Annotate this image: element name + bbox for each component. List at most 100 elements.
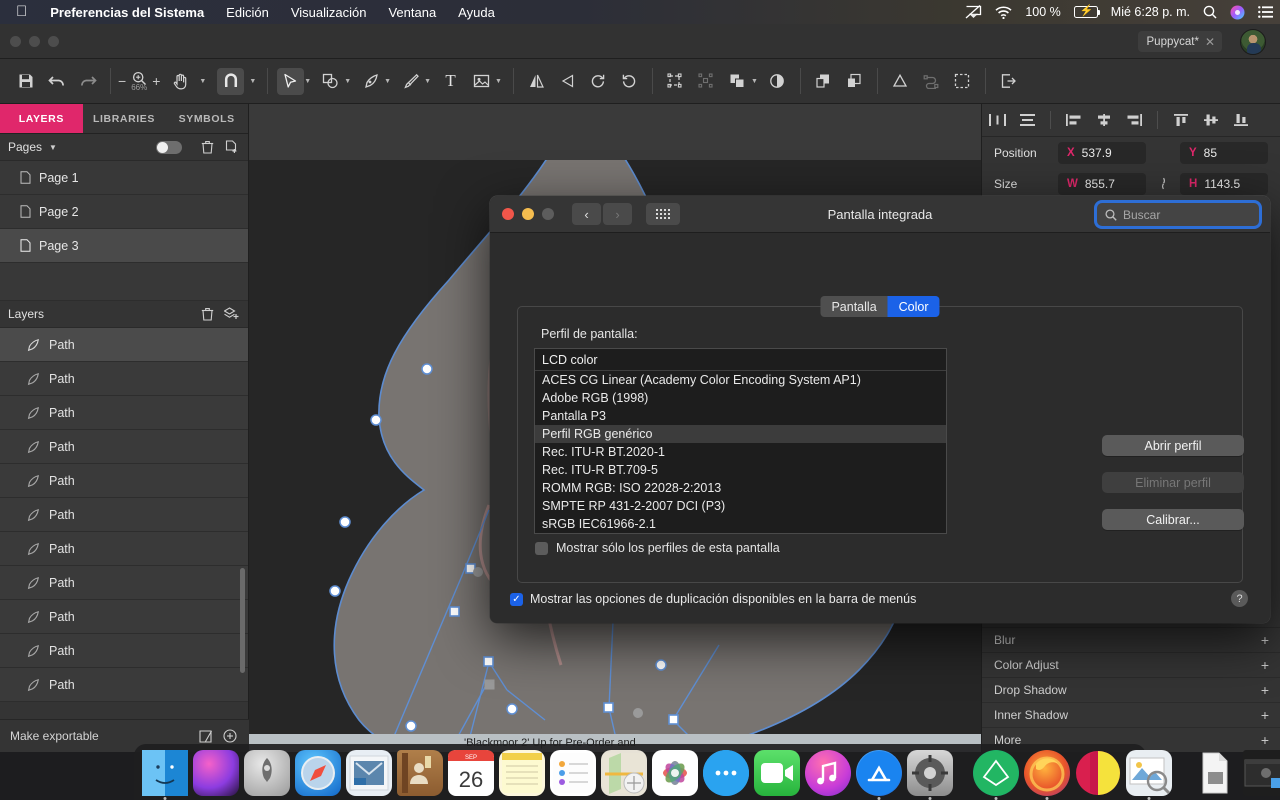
layer-list-item-selected[interactable]: Path — [0, 328, 248, 362]
layer-list-item[interactable]: Path — [0, 498, 248, 532]
save-icon[interactable] — [12, 68, 39, 95]
cursor-arrow-icon[interactable] — [277, 67, 305, 95]
sketch-minimize-button[interactable] — [29, 35, 40, 47]
layer-list-item[interactable]: Path — [0, 634, 248, 668]
prefs-zoom-button[interactable] — [542, 208, 554, 220]
effect-row-inner-shadow[interactable]: Inner Shadow + — [982, 702, 1280, 727]
plus-circle-icon[interactable] — [221, 729, 239, 743]
chevron-down-icon[interactable]: ▼ — [751, 78, 758, 85]
trash-icon[interactable] — [198, 140, 216, 154]
profile-list-item[interactable]: Rec. ITU-R BT.2020-1 — [535, 443, 946, 461]
tab-pantalla[interactable]: Pantalla — [820, 296, 888, 317]
shapes-icon[interactable] — [317, 68, 344, 95]
menu-item-window[interactable]: Ventana — [377, 5, 447, 20]
chevron-down-icon[interactable]: ▼ — [424, 78, 431, 85]
distribute-vertical-icon[interactable] — [1012, 113, 1042, 127]
position-y-field[interactable]: Y 85 — [1180, 141, 1268, 164]
add-effect-button[interactable]: + — [1261, 632, 1269, 648]
chevron-down-icon[interactable]: ▼ — [49, 143, 57, 152]
union-shapes-icon[interactable] — [724, 68, 751, 95]
add-effect-button[interactable]: + — [1261, 657, 1269, 673]
dock-item-opera[interactable] — [1075, 750, 1121, 796]
airplay-disabled-icon[interactable] — [965, 5, 982, 19]
dock-item-siri[interactable] — [193, 750, 239, 796]
layer-list-item[interactable]: Path — [0, 362, 248, 396]
dock-item-mail[interactable] — [346, 750, 392, 796]
dock-item-contacts[interactable] — [397, 750, 443, 796]
size-w-field[interactable]: W 855.7 — [1058, 172, 1146, 195]
effect-row-drop-shadow[interactable]: Drop Shadow + — [982, 677, 1280, 702]
zoom-out-button[interactable]: − — [118, 73, 126, 89]
size-h-field[interactable]: H 1143.5 — [1180, 172, 1268, 195]
help-button[interactable]: ? — [1231, 590, 1248, 607]
sketch-zoom-button[interactable] — [48, 35, 59, 47]
document-tab[interactable]: Puppycat* ✕ — [1137, 31, 1222, 52]
show-only-profiles-row[interactable]: Mostrar sólo los perfiles de esta pantal… — [535, 541, 780, 555]
undo-arrow-icon[interactable] — [43, 68, 70, 95]
dock-item-preview[interactable] — [1126, 750, 1172, 800]
siri-icon[interactable] — [1230, 5, 1245, 20]
trash-icon[interactable] — [198, 307, 216, 321]
pages-toggle[interactable] — [156, 140, 182, 154]
dock-item-reminders[interactable] — [550, 750, 596, 796]
menu-item-app[interactable]: Preferencias del Sistema — [39, 5, 215, 20]
layer-list-item[interactable]: Path — [0, 430, 248, 464]
wifi-icon[interactable] — [995, 5, 1012, 19]
add-layer-icon[interactable] — [222, 307, 240, 321]
open-profile-button[interactable]: Abrir perfil — [1102, 435, 1244, 456]
dock-item-document[interactable] — [1192, 750, 1238, 796]
profile-list-item[interactable]: Adobe RGB (1998) — [535, 389, 946, 407]
chevron-right-icon[interactable]: › — [603, 203, 632, 225]
display-preferences-window[interactable]: ‹ › Pantalla integrada Buscar Pantalla C… — [490, 196, 1270, 623]
distribute-horizontal-icon[interactable] — [982, 113, 1012, 127]
dock-item-maps[interactable] — [601, 750, 647, 796]
page-list-item[interactable]: Page 2 — [0, 195, 248, 229]
show-only-profiles-checkbox[interactable] — [535, 541, 548, 555]
triangle-outline-icon[interactable] — [887, 68, 914, 95]
layer-list-item[interactable]: Path — [0, 566, 248, 600]
battery-charging-icon[interactable]: ⚡ — [1073, 5, 1101, 18]
user-avatar[interactable] — [1240, 29, 1266, 55]
chevron-left-icon[interactable]: ‹ — [572, 203, 601, 225]
page-list-item[interactable]: Page 1 — [0, 161, 248, 195]
profile-list-item[interactable]: ROMM RGB: ISO 22028-2:2013 — [535, 479, 946, 497]
rotate-counterclockwise-icon[interactable] — [585, 68, 612, 95]
tab-libraries[interactable]: LIBRARIES — [82, 104, 166, 133]
group-icon[interactable] — [662, 68, 689, 95]
show-all-grid-icon[interactable] — [646, 203, 680, 225]
dock-item-photos[interactable] — [652, 750, 698, 796]
menu-bar-clock[interactable]: Mié 6:28 p. m. — [1111, 5, 1190, 19]
tab-color[interactable]: Color — [887, 296, 940, 317]
dock-item-calendar[interactable]: SEP 26 — [448, 750, 494, 796]
profile-list-item-selected[interactable]: Perfil RGB genérico — [535, 425, 946, 443]
export-preset-icon[interactable] — [197, 729, 215, 743]
align-middle-icon[interactable] — [1196, 113, 1226, 127]
apple-logo-icon[interactable]:  — [12, 4, 39, 21]
flip-horizontal-icon[interactable] — [523, 68, 550, 95]
add-effect-button[interactable]: + — [1261, 682, 1269, 698]
effect-row-blur[interactable]: Blur + — [982, 627, 1280, 652]
menu-item-help[interactable]: Ayuda — [447, 5, 506, 20]
dock-item-notes[interactable] — [499, 750, 545, 796]
dock-item-system-preferences[interactable] — [907, 750, 953, 800]
dock-item-messages[interactable] — [703, 750, 749, 796]
search-input[interactable]: Buscar — [1097, 203, 1259, 226]
profile-list[interactable]: LCD color ACES CG Linear (Academy Color … — [534, 348, 947, 534]
rotate-clockwise-icon[interactable] — [616, 68, 643, 95]
layers-scrollbar[interactable] — [240, 568, 245, 673]
hand-icon[interactable] — [167, 68, 194, 95]
dock-item-facetime[interactable] — [754, 750, 800, 796]
effect-row-color-adjust[interactable]: Color Adjust + — [982, 652, 1280, 677]
tab-symbols[interactable]: SYMBOLS — [165, 104, 249, 133]
layer-list-item[interactable]: Path — [0, 396, 248, 430]
dock-item-sketch[interactable] — [973, 750, 1019, 800]
chevron-down-icon[interactable]: ▼ — [495, 78, 502, 85]
spotlight-search-icon[interactable] — [1203, 5, 1217, 19]
dock-item-window-thumb-1[interactable] — [1243, 750, 1280, 796]
flip-vertical-icon[interactable] — [554, 68, 581, 95]
close-icon[interactable]: ✕ — [1205, 35, 1215, 49]
dock-item-safari[interactable] — [295, 750, 341, 796]
send-backward-icon[interactable] — [841, 68, 868, 95]
ungroup-icon[interactable] — [693, 68, 720, 95]
pen-nib-icon[interactable] — [357, 68, 384, 95]
